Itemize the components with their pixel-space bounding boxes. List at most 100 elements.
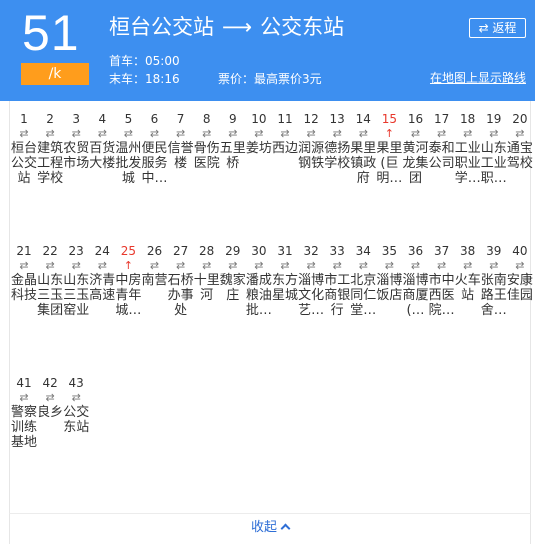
direction-icon: ⇄	[489, 127, 499, 140]
stop-name: 东方星城	[272, 273, 299, 303]
return-trip-button[interactable]: ⇄ 返程	[469, 18, 526, 38]
stop-item[interactable]: 26 ⇄ 南营	[142, 243, 168, 288]
stop-name: 润源钢铁	[298, 141, 325, 171]
stop-number: 17	[433, 112, 450, 126]
stop-item[interactable]: 10 ⇄ 姜坊	[246, 111, 272, 156]
stop-item[interactable]: 38 ⇄ 火车站	[455, 243, 481, 303]
direction-icon: ⇄	[123, 127, 133, 140]
stop-item[interactable]: 3 ⇄ 农贸市场	[63, 111, 89, 171]
stop-item[interactable]: 6 ⇄ 便民服务中…	[142, 111, 168, 186]
direction-icon: ⇄	[19, 259, 29, 272]
stop-item[interactable]: 30 ⇄ 潘成粮油批…	[246, 243, 272, 318]
stop-name: 温州批发城	[115, 141, 142, 186]
stop-number: 1	[20, 112, 28, 126]
stop-item[interactable]: 31 ⇄ 东方星城	[272, 243, 298, 303]
stop-item[interactable]: 41 ⇄ 警察训练基地	[11, 375, 37, 450]
direction-icon: ⇄	[515, 259, 525, 272]
stop-item[interactable]: 22 ⇄ 山东三玉集团	[37, 243, 63, 318]
stop-name: 农贸市场	[63, 141, 90, 171]
direction-icon: ⇄	[515, 127, 525, 140]
direction-icon: ⇄	[436, 259, 447, 272]
stop-number: 42	[42, 376, 58, 390]
stop-number: 29	[225, 244, 241, 258]
stop-name: 十里河	[193, 273, 220, 303]
stop-item[interactable]: 29 ⇄ 魏家庄	[220, 243, 246, 303]
stop-item[interactable]: 25 ↑ 中房青年城…	[115, 243, 141, 318]
stop-item[interactable]: 24 ⇄ 济青高速	[89, 243, 115, 303]
stop-item[interactable]: 8 ⇄ 骨伤医院	[194, 111, 220, 171]
direction-icon: ⇄	[410, 259, 421, 272]
direction-icon: ⇄	[228, 127, 238, 140]
stop-number: 34	[355, 244, 371, 258]
show-route-on-map-link[interactable]: 在地图上显示路线	[430, 70, 526, 86]
collapse-button[interactable]: 收起	[250, 519, 291, 537]
direction-icon: ⇄	[332, 127, 342, 140]
direction-icon: ⇄	[175, 127, 186, 140]
stop-item[interactable]: 36 ⇄ 淄博商厦(…	[403, 243, 429, 318]
stop-item[interactable]: 13 ⇄ 德扬学校	[324, 111, 350, 171]
stop-item[interactable]: 16 ⇄ 黄河龙集团	[403, 111, 429, 186]
stop-item[interactable]: 9 ⇄ 五里桥	[220, 111, 246, 171]
collapse-label: 收起	[250, 520, 277, 535]
stop-name: 姜坊	[245, 141, 272, 156]
stop-item[interactable]: 21 ⇄ 金晶科技	[11, 243, 37, 303]
stop-item[interactable]: 7 ⇄ 信誉楼	[168, 111, 194, 171]
stop-item[interactable]: 33 ⇄ 市工商银行	[324, 243, 350, 318]
stop-name: 百货大楼	[89, 141, 116, 171]
stop-item[interactable]: 5 ⇄ 温州批发城	[115, 111, 141, 186]
stop-list-footer: 收起	[9, 513, 531, 544]
stop-number: 5	[124, 112, 133, 126]
stop-item[interactable]: 17 ⇄ 泰和公司	[429, 111, 455, 171]
stop-item[interactable]: 19 ⇄ 山东工业职…	[481, 111, 507, 186]
stop-name: 德扬学校	[324, 141, 351, 171]
direction-icon: ⇄	[97, 127, 107, 140]
route-number: 51	[22, 5, 80, 61]
stop-item[interactable]: 39 ⇄ 张南路王舍…	[481, 243, 507, 318]
stop-name: 建筑工程学校	[37, 141, 64, 186]
stop-item[interactable]: 12 ⇄ 润源钢铁	[298, 111, 324, 171]
stop-item[interactable]: 34 ⇄ 北京同仁堂…	[350, 243, 376, 318]
stop-item[interactable]: 42 ⇄ 良乡	[37, 375, 63, 420]
stop-number: 26	[146, 244, 163, 258]
stop-name: 济青高速	[89, 273, 116, 303]
direction-icon: ⇄	[228, 259, 238, 272]
stop-name: 石桥办事处	[167, 273, 194, 318]
stop-item[interactable]: 18 ⇄ 工业职业学…	[455, 111, 481, 186]
stop-number: 6	[150, 112, 159, 126]
stop-item[interactable]: 37 ⇄ 市中西医院…	[429, 243, 455, 318]
stop-item[interactable]: 40 ⇄ 安康佳园	[507, 243, 533, 303]
stop-name: 黄河龙集团	[402, 141, 429, 186]
stop-item[interactable]: 20 ⇄ 通宝驾校	[507, 111, 533, 171]
first-bus-time: 首车：05:00	[109, 54, 180, 68]
stop-number: 36	[407, 244, 424, 258]
direction-icon: ⇄	[384, 259, 394, 272]
stop-item[interactable]: 4 ⇄ 百货大楼	[89, 111, 115, 171]
direction-icon: ⇄	[45, 391, 55, 404]
stop-item[interactable]: 15 ↑ 果里(巨明…	[376, 111, 402, 186]
stop-number: 11	[277, 112, 293, 126]
stop-number: 20	[512, 112, 528, 126]
bus-position-icon: ↑	[123, 259, 133, 272]
stop-number: 30	[251, 244, 267, 258]
direction-icon: ⇄	[280, 127, 290, 140]
stop-name: 淄博文化艺…	[298, 273, 325, 318]
stop-item[interactable]: 43 ⇄ 公交东站	[63, 375, 89, 435]
stop-number: 2	[46, 112, 54, 126]
stop-item[interactable]: 35 ⇄ 淄博饭店	[376, 243, 402, 303]
stop-name: 魏家庄	[219, 273, 246, 303]
stop-number: 15	[381, 112, 398, 126]
stop-number: 12	[303, 112, 319, 126]
stop-item[interactable]: 32 ⇄ 淄博文化艺…	[298, 243, 324, 318]
stop-item[interactable]: 11 ⇄ 西边	[272, 111, 298, 156]
stop-name: 南营	[141, 273, 168, 288]
stop-item[interactable]: 23 ⇄ 山东三玉窑业	[63, 243, 89, 318]
stop-list: 1 ⇄ 桓台公交站 2 ⇄ 建筑工程学校 3 ⇄ 农贸市场 4 ⇄ 百货大楼 5 ⇄ 温州批发城 6 ⇄ 便民服务…	[9, 101, 533, 513]
stop-item[interactable]: 27 ⇄ 石桥办事处	[168, 243, 194, 318]
stop-item[interactable]: 2 ⇄ 建筑工程学校	[37, 111, 63, 186]
direction-icon: ⇄	[254, 259, 264, 272]
stop-item[interactable]: 14 ⇄ 果里镇政府	[350, 111, 376, 186]
stop-item[interactable]: 1 ⇄ 桓台公交站	[11, 111, 37, 186]
direction-icon: ⇄	[71, 127, 81, 140]
stop-item[interactable]: 28 ⇄ 十里河	[194, 243, 220, 303]
stop-number: 10	[251, 112, 267, 126]
